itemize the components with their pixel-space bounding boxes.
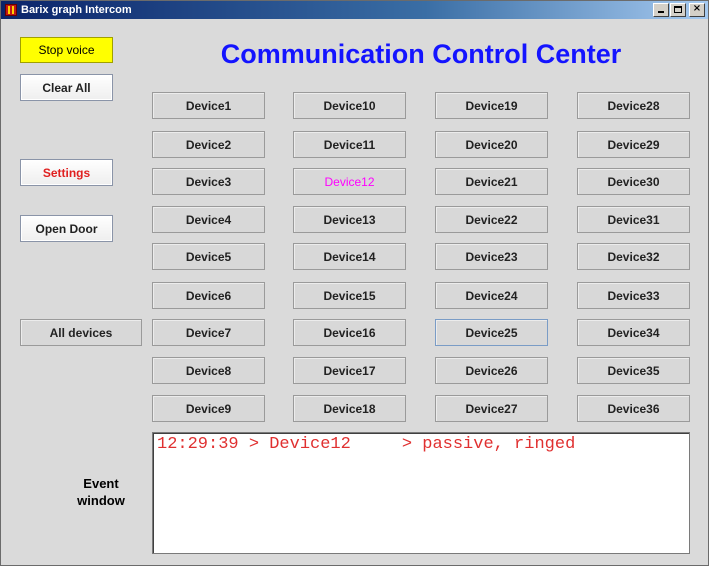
page-title: Communication Control Center — [220, 39, 622, 69]
device-button-29[interactable]: Device29 — [577, 131, 690, 158]
event-label-line1: Event — [83, 476, 119, 491]
app-icon — [5, 4, 17, 16]
device-button-19[interactable]: Device19 — [435, 92, 548, 119]
device-button-15[interactable]: Device15 — [293, 282, 406, 309]
device-button-28[interactable]: Device28 — [577, 92, 690, 119]
device-button-20[interactable]: Device20 — [435, 131, 548, 158]
maximize-icon — [674, 6, 682, 13]
device-button-16[interactable]: Device16 — [293, 319, 406, 346]
window-title: Barix graph Intercom — [21, 4, 132, 16]
stop-voice-button[interactable]: Stop voice — [20, 37, 113, 63]
device-button-30[interactable]: Device30 — [577, 168, 690, 195]
minimize-button[interactable] — [653, 3, 669, 17]
device-button-36[interactable]: Device36 — [577, 395, 690, 422]
device-button-5[interactable]: Device5 — [152, 243, 265, 270]
device-button-25[interactable]: Device25 — [435, 319, 548, 346]
device-button-31[interactable]: Device31 — [577, 206, 690, 233]
settings-button[interactable]: Settings — [20, 159, 113, 186]
device-button-18[interactable]: Device18 — [293, 395, 406, 422]
device-button-32[interactable]: Device32 — [577, 243, 690, 270]
device-button-23[interactable]: Device23 — [435, 243, 548, 270]
close-icon: × — [692, 3, 702, 14]
device-button-4[interactable]: Device4 — [152, 206, 265, 233]
device-button-6[interactable]: Device6 — [152, 282, 265, 309]
device-button-33[interactable]: Device33 — [577, 282, 690, 309]
event-label-line2: window — [77, 493, 125, 508]
device-button-14[interactable]: Device14 — [293, 243, 406, 270]
device-button-13[interactable]: Device13 — [293, 206, 406, 233]
event-log[interactable]: 12:29:39 > Device12 > passive, ringed — [152, 432, 690, 554]
clear-all-button[interactable]: Clear All — [20, 74, 113, 101]
device-button-22[interactable]: Device22 — [435, 206, 548, 233]
device-button-9[interactable]: Device9 — [152, 395, 265, 422]
device-button-1[interactable]: Device1 — [152, 92, 265, 119]
all-devices-button[interactable]: All devices — [20, 319, 142, 346]
device-button-21[interactable]: Device21 — [435, 168, 548, 195]
device-button-11[interactable]: Device11 — [293, 131, 406, 158]
minimize-icon — [658, 11, 664, 13]
device-button-24[interactable]: Device24 — [435, 282, 548, 309]
close-button[interactable]: × — [689, 3, 705, 17]
event-line: 12:29:39 > Device12 > passive, ringed — [157, 435, 576, 454]
device-button-3[interactable]: Device3 — [152, 168, 265, 195]
open-door-button[interactable]: Open Door — [20, 215, 113, 242]
device-button-27[interactable]: Device27 — [435, 395, 548, 422]
device-button-26[interactable]: Device26 — [435, 357, 548, 384]
device-button-10[interactable]: Device10 — [293, 92, 406, 119]
device-button-8[interactable]: Device8 — [152, 357, 265, 384]
device-button-35[interactable]: Device35 — [577, 357, 690, 384]
device-button-17[interactable]: Device17 — [293, 357, 406, 384]
device-button-2[interactable]: Device2 — [152, 131, 265, 158]
maximize-button[interactable] — [670, 3, 686, 17]
app-window: Barix graph Intercom × Stop voice Clear … — [0, 0, 709, 566]
window-controls: × — [652, 3, 705, 17]
device-button-34[interactable]: Device34 — [577, 319, 690, 346]
event-window-label: Event window — [59, 475, 143, 509]
device-button-7[interactable]: Device7 — [152, 319, 265, 346]
device-button-12[interactable]: Device12 — [293, 168, 406, 195]
title-bar[interactable]: Barix graph Intercom × — [1, 1, 708, 19]
